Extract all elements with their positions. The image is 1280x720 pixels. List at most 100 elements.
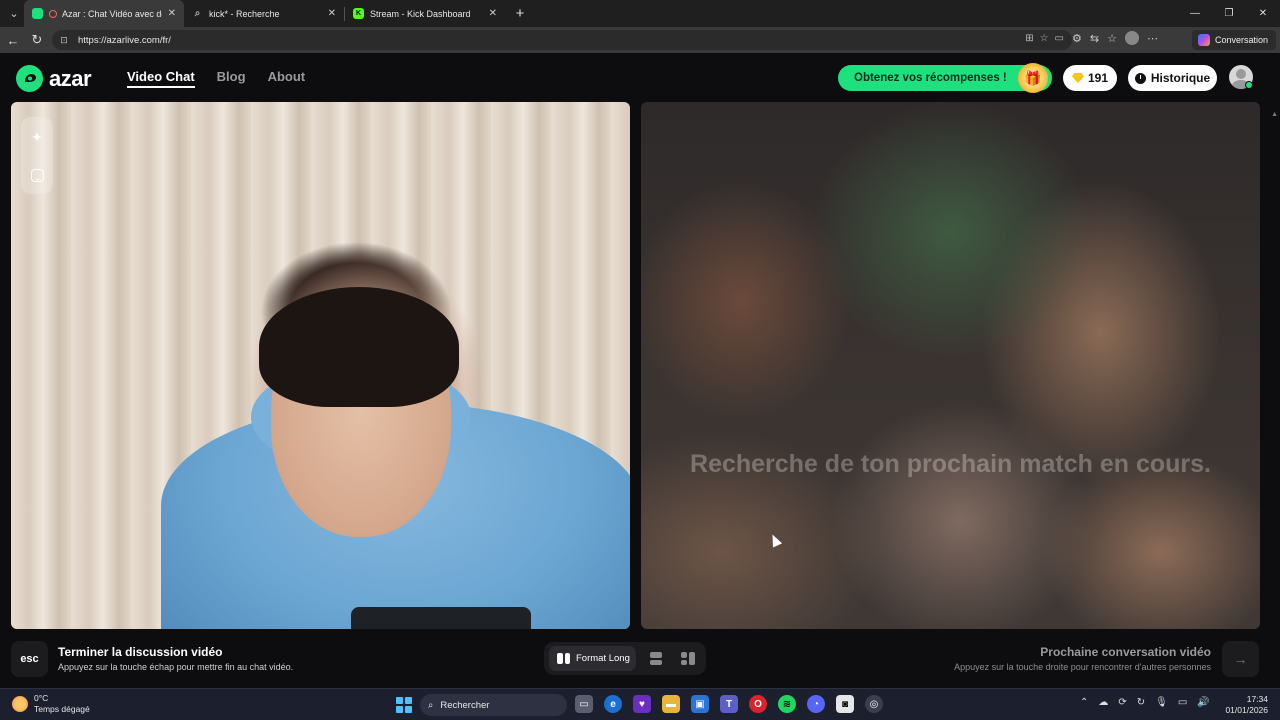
windows-start-icon[interactable] (396, 697, 412, 713)
close-tab-icon[interactable]: ✕ (328, 8, 336, 19)
format-long-label: Format Long (576, 653, 630, 664)
history-button[interactable]: Historique (1128, 65, 1217, 91)
maximize-icon[interactable]: ❐ (1212, 0, 1246, 27)
site-info-icon[interactable]: ⊡ (58, 34, 70, 46)
hidden-icons-chevron-icon[interactable]: ⌃ (1080, 697, 1088, 708)
taskbar-pinned-apps: ▭ e ♥ ▬ ▣ T O ≋ ◔ ◙ ◎ (575, 695, 883, 713)
search-icon: ⌕ (428, 699, 434, 711)
new-tab-button[interactable]: + (509, 3, 531, 25)
favorite-star-icon[interactable]: ☆ (1040, 33, 1049, 44)
address-bar-row: ← ↻ ⊡ https://azarlive.com/fr/ ⊞ ☆ ▭ ⚙ ⇆… (0, 27, 1280, 53)
rewards-button[interactable]: Obtenez vos récompenses ! 🎁 (838, 63, 1052, 93)
azar-logo[interactable]: azar (16, 65, 92, 92)
copilot-label: Conversation (1214, 35, 1268, 45)
face-filter-icon[interactable] (30, 168, 44, 182)
url-text: https://azarlive.com/fr/ (78, 34, 171, 46)
recording-indicator-icon (49, 9, 57, 18)
remote-video-feed: Recherche de ton prochain match en cours… (641, 102, 1260, 629)
split-screen-icon[interactable]: ⇆ (1090, 32, 1099, 45)
url-field[interactable]: ⊡ https://azarlive.com/fr/ ⊞ ☆ ▭ (52, 30, 1072, 50)
stacked-layout-icon[interactable] (650, 652, 662, 665)
heart-app-icon[interactable]: ♥ (633, 695, 651, 713)
update-icon[interactable]: ↻ (1137, 697, 1145, 708)
edge-browser-icon[interactable]: e (604, 695, 622, 713)
browser-toolbar-icons: ⚙ ⇆ ☆ ⋯ (1072, 31, 1158, 45)
end-chat-title: Terminer la discussion vidéo (58, 645, 223, 659)
side-by-side-layout-icon (557, 653, 570, 664)
format-long-button[interactable]: Format Long (549, 646, 636, 671)
end-chat-esc-button[interactable]: esc (11, 641, 48, 677)
back-icon[interactable]: ← (2, 29, 24, 51)
logo-text: azar (49, 65, 92, 91)
browser-profile-avatar[interactable] (1124, 31, 1139, 45)
tab-title: kick* - Recherche (209, 8, 280, 19)
network-icon[interactable]: ▭ (1178, 697, 1187, 708)
weather-sun-icon (12, 696, 28, 712)
close-window-icon[interactable]: ✕ (1246, 0, 1280, 27)
taskbar-search-box[interactable]: ⌕ Rechercher (420, 694, 567, 716)
extensions-icon[interactable]: ⚙ (1072, 32, 1082, 45)
close-tab-icon[interactable]: ✕ (489, 8, 497, 19)
local-video-feed (11, 102, 630, 629)
favorites-icon[interactable]: ☆ (1107, 32, 1117, 45)
online-status-dot (1245, 81, 1253, 89)
scrollbar-up-arrow-icon[interactable]: ▲ (1271, 111, 1278, 118)
tab-kick-dashboard[interactable]: K Stream - Kick Dashboard ✕ (345, 0, 505, 27)
store-icon[interactable]: ▣ (691, 695, 709, 713)
tab-actions-menu-icon[interactable]: ⌄ (4, 4, 24, 24)
camera-in-use-icon[interactable]: ▭ (1055, 33, 1064, 44)
file-explorer-icon[interactable]: ▬ (662, 695, 680, 713)
minimize-icon[interactable]: — (1178, 0, 1212, 27)
microphone-icon[interactable]: 🎙 (1155, 697, 1168, 708)
effects-panel: ✦ (21, 117, 53, 194)
opera-icon[interactable]: O (749, 695, 767, 713)
discord-icon[interactable]: ◔ (807, 695, 825, 713)
window-controls: — ❐ ✕ (1178, 0, 1280, 27)
sync-icon[interactable]: ⟳ (1118, 697, 1126, 708)
nav-about[interactable]: About (268, 69, 306, 88)
nav-blog[interactable]: Blog (217, 69, 246, 88)
weather-widget[interactable]: 0°C Temps dégagé (12, 693, 90, 715)
more-options-icon[interactable]: ⋯ (1147, 32, 1158, 45)
obs-icon[interactable]: ◎ (865, 695, 883, 713)
video-foreground-object (351, 607, 531, 629)
site-header: azar Video Chat Blog About Obtenez vos r… (0, 53, 1280, 118)
taskbar-time: 17:34 (1246, 694, 1268, 704)
close-tab-icon[interactable]: ✕ (168, 8, 176, 19)
spotify-icon[interactable]: ≋ (778, 695, 796, 713)
tab-azar[interactable]: Azar : Chat Vidéo avec de no ✕ (24, 0, 184, 27)
taskbar-clock[interactable]: 17:34 01/01/2026 (1225, 694, 1268, 716)
layout-format-switcher: Format Long (544, 642, 706, 675)
weather-temperature: 0°C (34, 693, 49, 703)
browser-tab-strip: ⌄ Azar : Chat Vidéo avec de no ✕ ⌕ kick*… (0, 0, 1280, 27)
next-chat-arrow-button[interactable]: → (1222, 641, 1259, 677)
app-available-icon[interactable]: ⊞ (1025, 33, 1033, 44)
task-view-icon[interactable]: ▭ (575, 695, 593, 713)
tab-title: Stream - Kick Dashboard (370, 8, 471, 19)
search-favicon-icon: ⌕ (194, 8, 201, 19)
copilot-icon (1197, 34, 1210, 46)
sparkle-effects-icon[interactable]: ✦ (31, 130, 43, 144)
clock-icon (1134, 72, 1146, 84)
kick-favicon-icon: K (353, 8, 364, 19)
azar-favicon-icon (32, 8, 43, 19)
searching-status-text: Recherche de ton prochain match en cours… (690, 450, 1211, 478)
grid-layout-icon[interactable] (681, 652, 695, 665)
refresh-icon[interactable]: ↻ (26, 29, 48, 51)
onedrive-icon[interactable]: ☁ (1098, 697, 1108, 708)
volume-icon[interactable]: 🔊 (1197, 697, 1209, 708)
nav-video-chat[interactable]: Video Chat (127, 69, 195, 88)
tab-kick-search[interactable]: ⌕ kick* - Recherche ✕ (184, 0, 344, 27)
copilot-button[interactable]: Conversation (1191, 30, 1276, 50)
teams-icon[interactable]: T (720, 695, 738, 713)
camera-app-icon[interactable]: ◙ (836, 695, 854, 713)
next-chat-title: Prochaine conversation vidéo (1040, 645, 1211, 659)
gem-icon (1071, 73, 1084, 83)
windows-taskbar: 0°C Temps dégagé ⌕ Rechercher ▭ e ♥ ▬ ▣ … (0, 688, 1280, 720)
main-navigation: Video Chat Blog About (127, 69, 305, 88)
url-actions: ⊞ ☆ ▭ (1025, 33, 1064, 44)
system-tray: ⌃ ☁ ⟳ ↻ 🎙 ▭ 🔊 (1080, 697, 1210, 708)
end-chat-hint: Appuyez sur la touche échap pour mettre … (58, 662, 294, 672)
person-hair (259, 287, 459, 407)
gems-balance[interactable]: 191 (1063, 65, 1117, 91)
